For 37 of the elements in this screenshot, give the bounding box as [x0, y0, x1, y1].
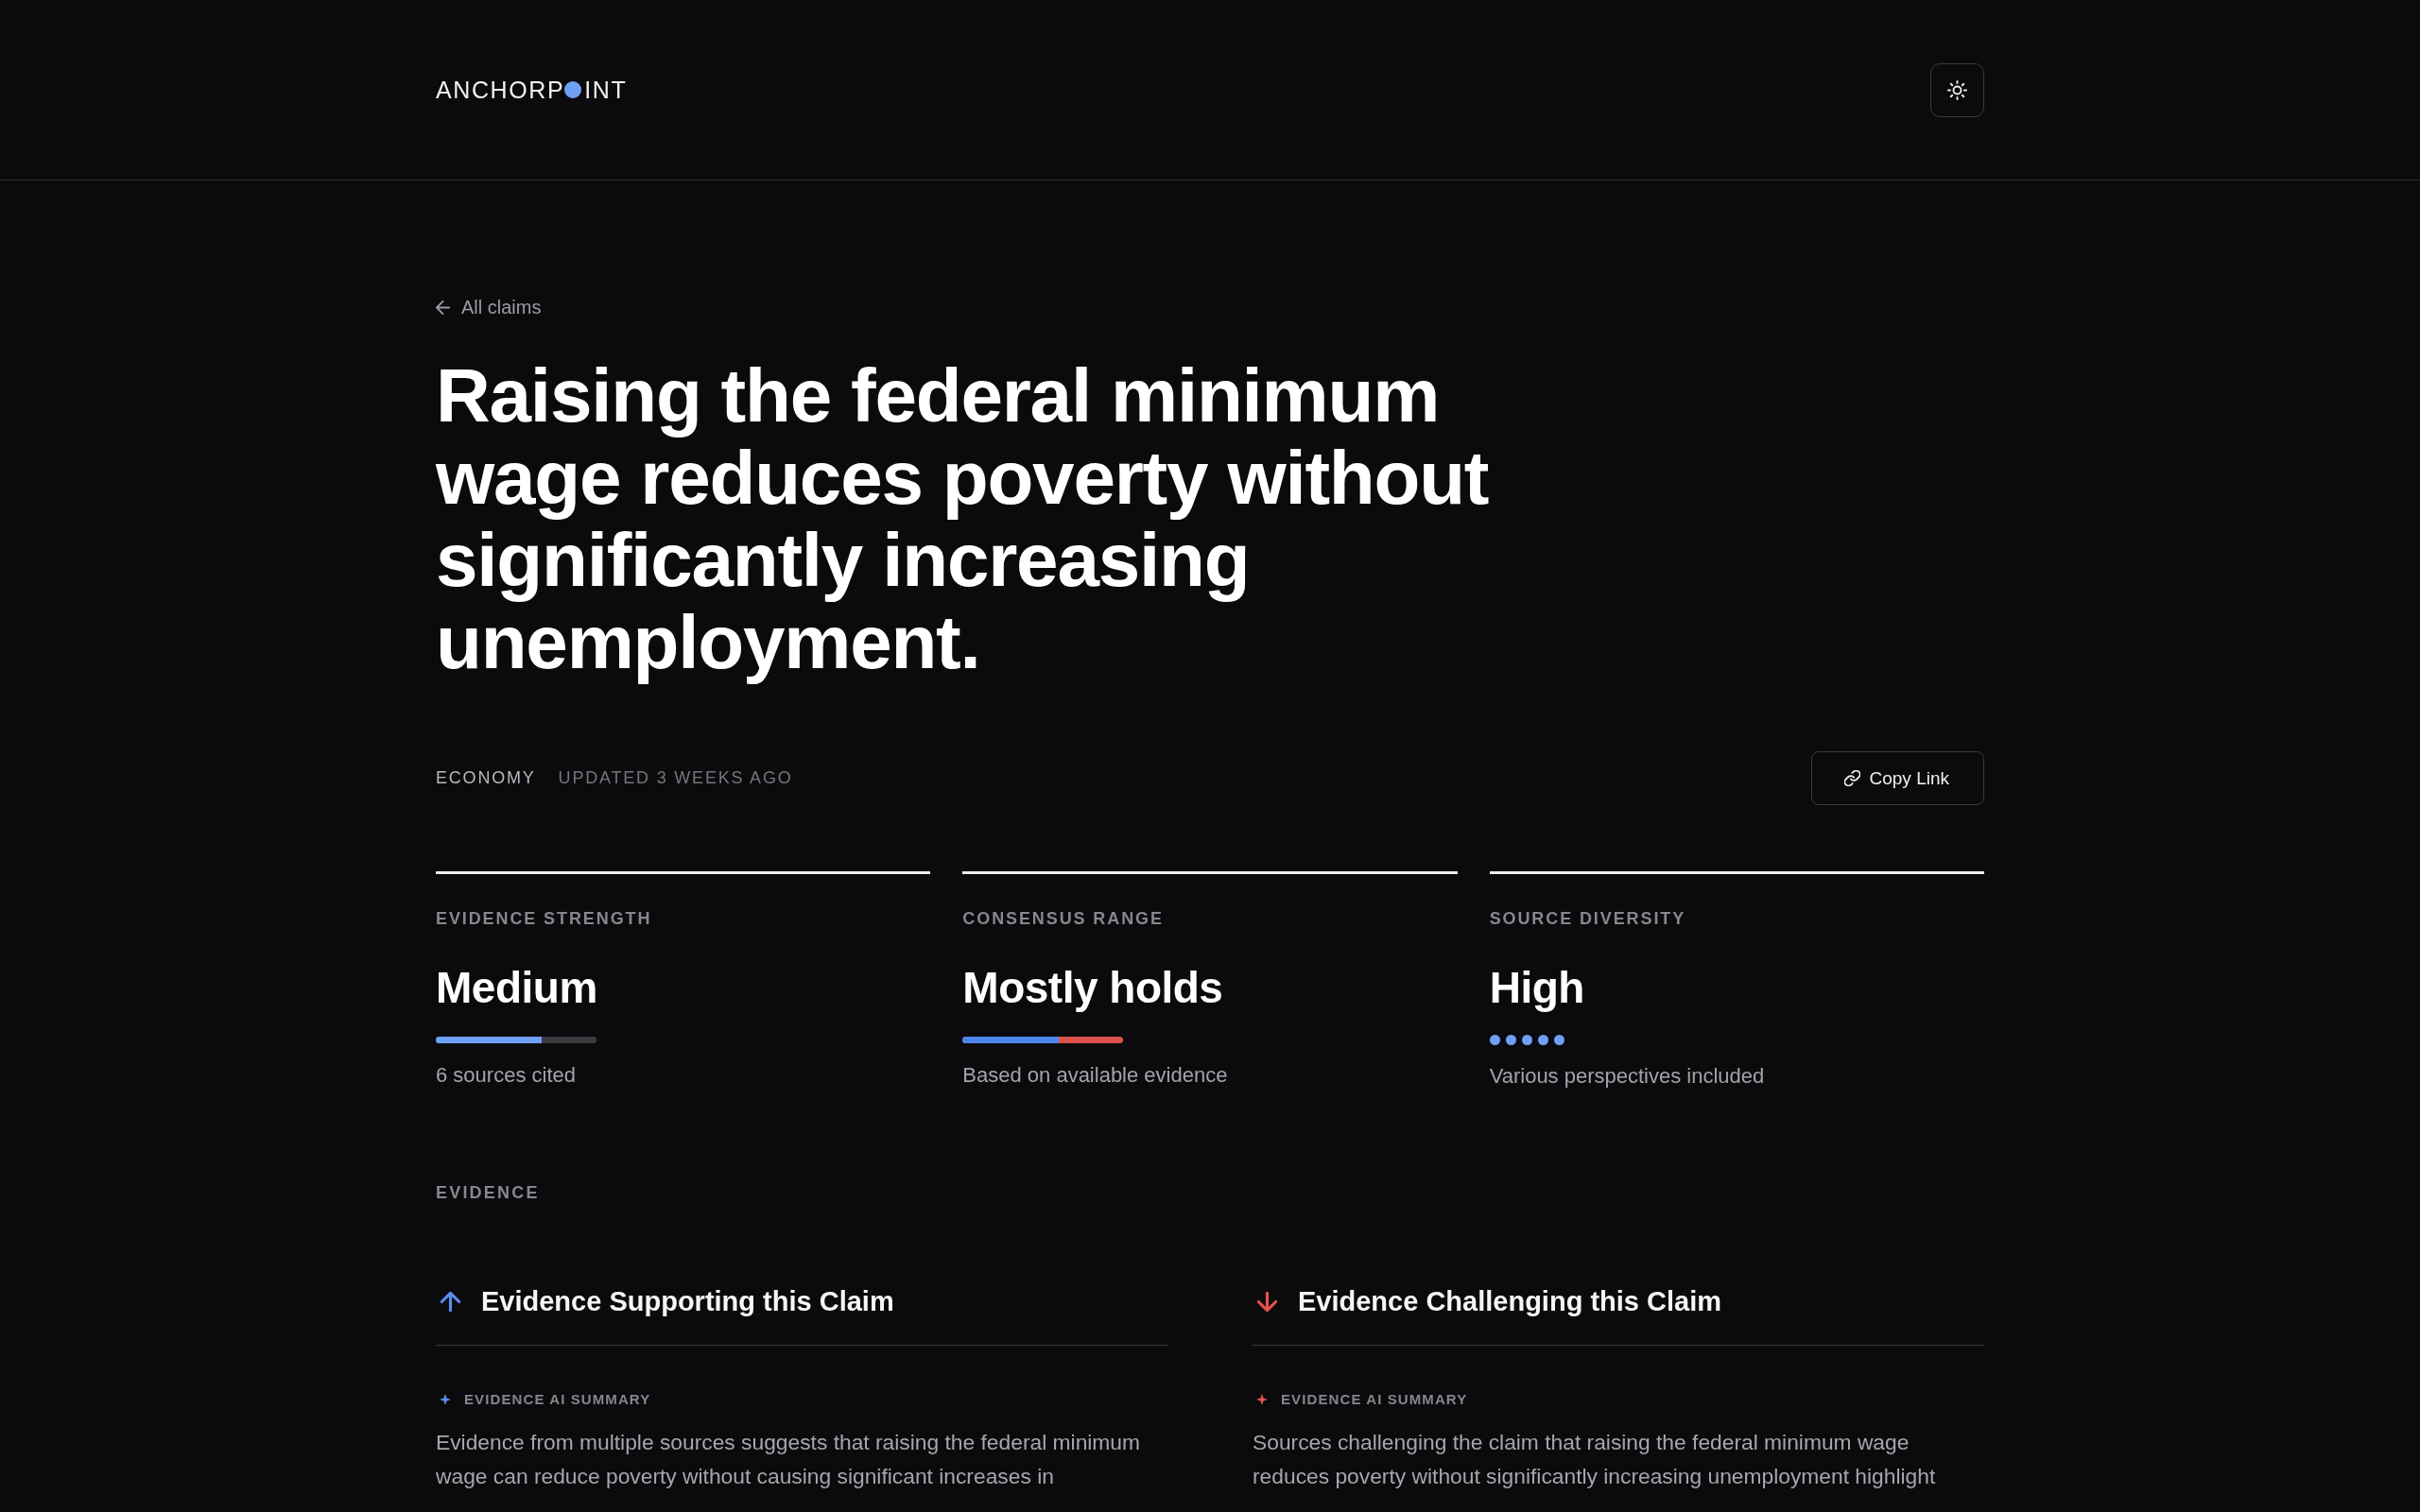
column-heading: Evidence Supporting this Claim: [481, 1285, 894, 1318]
rating-dot-icon: [1553, 1035, 1564, 1045]
summary-text: Sources challenging the claim that raising the federal minimum wage reduces poverty without significantly increasing unemployment highlight: [1253, 1429, 1937, 1490]
arrow-left-icon: [436, 300, 450, 315]
summary-text: Evidence from multiple sources suggests that raising the federal minimum wage can reduce poverty without causing significant increases in: [436, 1429, 1142, 1490]
theme-toggle-button[interactable]: [1930, 62, 1984, 117]
logo-text: INT: [584, 76, 628, 104]
metric-value: Medium: [436, 962, 597, 1014]
category-label: ECONOMY: [436, 768, 536, 788]
metric-label: CONSENSUS RANGE: [962, 908, 1164, 929]
metric-label: SOURCE DIVERSITY: [1489, 908, 1686, 929]
rating-dot-icon: [1505, 1035, 1516, 1045]
metric-note: Various perspectives included: [1489, 1063, 1765, 1090]
sun-icon: [1947, 79, 1967, 100]
metric-note: 6 sources cited: [436, 1062, 576, 1089]
claim-title: Raising the federal minimum wage reduces poverty without significantly increasing unemployment.: [436, 354, 1490, 683]
section-label: EVIDENCE: [436, 1182, 540, 1203]
link-icon: [1843, 770, 1860, 786]
logo-dot-icon: [564, 81, 582, 98]
rating-dot-icon: [1537, 1035, 1548, 1045]
back-link[interactable]: All claims: [436, 296, 542, 318]
arrow-up-icon: [441, 1291, 460, 1312]
metric-value: Mostly holds: [962, 962, 1223, 1014]
arrow-down-icon: [1257, 1291, 1277, 1312]
updated-label: UPDATED 3 WEEKS AGO: [558, 768, 793, 788]
copy-link-button[interactable]: Copy Link: [1810, 751, 1984, 805]
rating-dot-icon: [1489, 1035, 1500, 1045]
logo-text: ANCHORP: [436, 76, 565, 104]
sparkle-icon: [1256, 1394, 1268, 1405]
sparkle-icon: [440, 1394, 451, 1405]
summary-label: EVIDENCE AI SUMMARY: [464, 1391, 651, 1408]
rating-dot-icon: [1521, 1035, 1532, 1045]
metric-label: EVIDENCE STRENGTH: [436, 908, 652, 929]
metric-note: Based on available evidence: [962, 1062, 1228, 1089]
summary-label: EVIDENCE AI SUMMARY: [1281, 1391, 1468, 1408]
column-heading: Evidence Challenging this Claim: [1298, 1285, 1721, 1318]
metric-value: High: [1489, 962, 1584, 1014]
